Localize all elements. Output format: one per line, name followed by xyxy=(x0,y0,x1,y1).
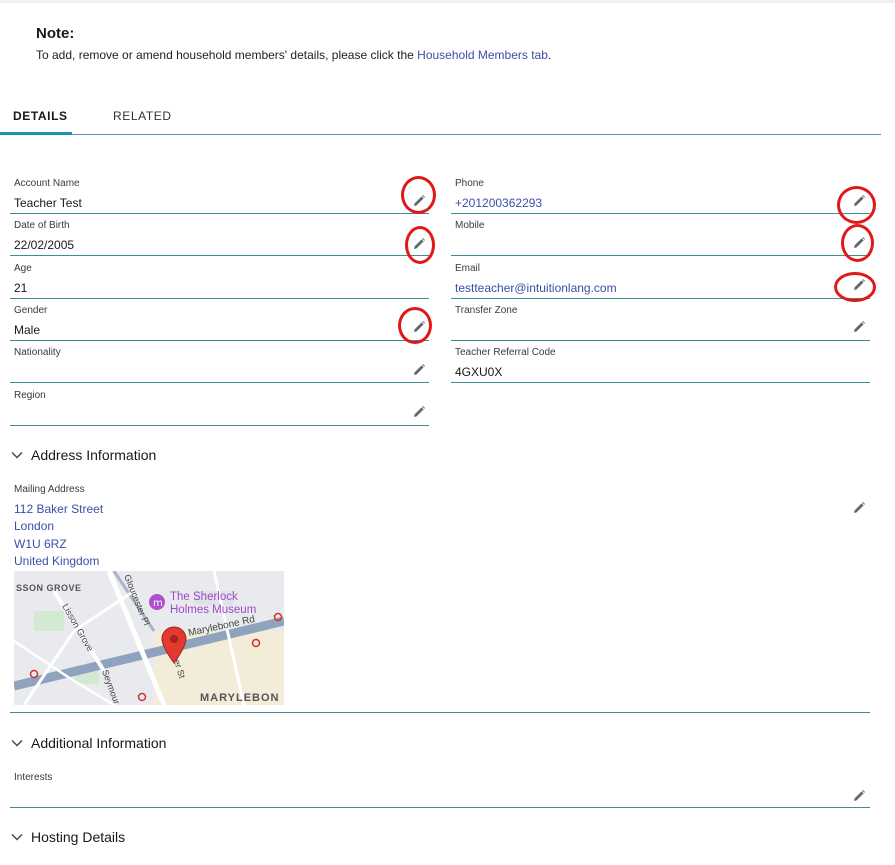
address-line-postcode[interactable]: W1U 6RZ xyxy=(14,537,67,551)
edit-transfer-zone-pencil-icon[interactable] xyxy=(852,320,866,334)
top-border xyxy=(0,0,895,3)
map-area-marylebone: MARYLEBON xyxy=(200,692,279,704)
annotation-circle xyxy=(401,176,436,214)
region-field: Region xyxy=(10,390,429,426)
address-divider xyxy=(10,712,870,713)
chevron-down-icon xyxy=(11,452,23,459)
date-of-birth-label: Date of Birth xyxy=(14,220,70,231)
email-value-link[interactable]: testteacher@intuitionlang.com xyxy=(455,281,617,295)
edit-region-pencil-icon[interactable] xyxy=(412,405,426,419)
tabs-divider xyxy=(0,134,881,135)
map-area-lisson-grove: SSON GROVE xyxy=(16,583,82,593)
date-of-birth-field: Date of Birth 22/02/2005 xyxy=(10,220,429,256)
note-title: Note: xyxy=(36,25,75,42)
address-line-street[interactable]: 112 Baker Street xyxy=(14,502,103,516)
address-information-toggle[interactable]: Address Information xyxy=(10,447,156,463)
edit-mailing-address-pencil-icon[interactable] xyxy=(852,501,866,515)
transfer-zone-label: Transfer Zone xyxy=(455,305,518,316)
age-field: Age 21 xyxy=(10,263,429,299)
map-museum-label-line2: Holmes Museum xyxy=(170,604,256,616)
account-name-value: Teacher Test xyxy=(14,196,82,210)
account-name-field: Account Name Teacher Test xyxy=(10,178,429,214)
gender-field: Gender Male xyxy=(10,305,429,341)
map-museum-label-line1: The Sherlock xyxy=(170,591,238,603)
date-of-birth-value: 22/02/2005 xyxy=(14,238,75,252)
annotation-circle xyxy=(837,186,876,224)
active-tab-indicator xyxy=(0,132,72,135)
account-name-label: Account Name xyxy=(14,178,80,189)
svg-text:m: m xyxy=(153,598,163,609)
annotation-circle xyxy=(841,224,874,262)
hosting-details-toggle[interactable]: Hosting Details xyxy=(10,829,125,845)
mobile-field: Mobile xyxy=(451,220,870,256)
annotation-circle xyxy=(398,307,432,344)
note-text-after: . xyxy=(547,48,552,62)
annotation-circle xyxy=(405,226,435,264)
nationality-field: Nationality xyxy=(10,347,429,383)
annotation-circle xyxy=(834,272,876,302)
phone-value-link[interactable]: +201200362293 xyxy=(455,196,542,210)
nationality-label: Nationality xyxy=(14,347,61,358)
transfer-zone-field: Transfer Zone xyxy=(451,305,870,341)
hosting-details-heading: Hosting Details xyxy=(31,829,126,845)
address-information-heading: Address Information xyxy=(31,447,157,463)
teacher-referral-code-label: Teacher Referral Code xyxy=(455,347,556,358)
edit-interests-pencil-icon[interactable] xyxy=(852,789,866,803)
email-field: Email testteacher@intuitionlang.com xyxy=(451,263,870,299)
tab-details[interactable]: DETAILS xyxy=(13,109,68,123)
region-label: Region xyxy=(14,390,46,401)
note-text-before: To add, remove or amend household member… xyxy=(36,48,418,62)
address-line-city[interactable]: London xyxy=(14,519,54,533)
edit-nationality-pencil-icon[interactable] xyxy=(412,363,426,377)
age-value: 21 xyxy=(14,281,28,295)
note-text: To add, remove or amend household member… xyxy=(36,48,551,62)
phone-label: Phone xyxy=(455,178,484,189)
tab-related[interactable]: RELATED xyxy=(113,109,172,123)
interests-field: Interests xyxy=(10,772,870,808)
chevron-down-icon xyxy=(11,740,23,747)
age-label: Age xyxy=(14,263,32,274)
address-map[interactable]: m The Sherlock Holmes Museum SSON GROVE … xyxy=(14,571,284,705)
gender-value: Male xyxy=(14,323,41,337)
phone-field: Phone +201200362293 xyxy=(451,178,870,214)
teacher-referral-code-field: Teacher Referral Code 4GXU0X xyxy=(451,347,870,383)
address-line-country[interactable]: United Kingdom xyxy=(14,554,99,568)
additional-information-heading: Additional Information xyxy=(31,735,167,751)
mailing-address-label: Mailing Address xyxy=(14,484,85,495)
household-members-link[interactable]: Household Members tab xyxy=(417,48,548,62)
email-label: Email xyxy=(455,263,481,274)
gender-label: Gender xyxy=(14,305,48,316)
teacher-referral-code-value: 4GXU0X xyxy=(455,365,503,379)
additional-information-toggle[interactable]: Additional Information xyxy=(10,735,166,751)
chevron-down-icon xyxy=(11,834,23,841)
interests-label: Interests xyxy=(14,772,53,783)
mobile-label: Mobile xyxy=(455,220,485,231)
